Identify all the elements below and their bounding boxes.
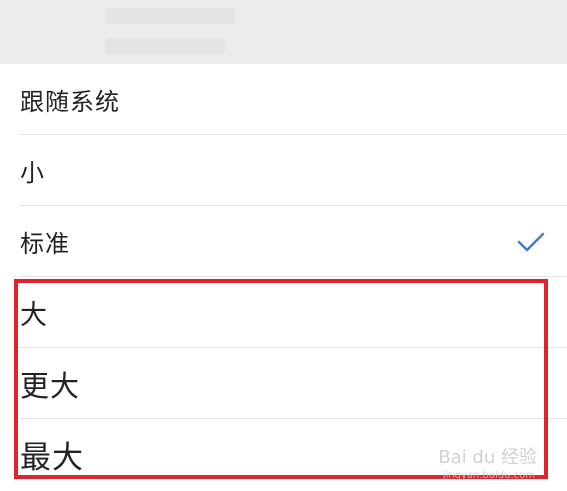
baidu-watermark-logo: Bai du 经验 (438, 447, 537, 468)
option-large[interactable]: 大 (0, 277, 567, 348)
option-small[interactable]: 小 (0, 135, 567, 206)
option-standard[interactable]: 标准 (0, 206, 567, 277)
option-label: 标准 (20, 230, 70, 258)
option-label: 大 (20, 300, 48, 331)
font-size-dialog: 跟随系统 小 标准 大 更大 最大 Bai du 经验 jingyan.baid… (0, 0, 567, 491)
option-label: 跟随系统 (20, 88, 120, 116)
checkmark-icon (517, 232, 545, 251)
option-label: 小 (20, 159, 45, 187)
option-follow-system[interactable]: 跟随系统 (0, 64, 567, 135)
option-larger[interactable]: 更大 (0, 348, 567, 419)
option-label: 最大 (20, 440, 84, 476)
option-label: 更大 (20, 368, 81, 403)
dimmed-background (0, 0, 567, 64)
font-size-option-list: 跟随系统 小 标准 大 更大 最大 (0, 64, 567, 490)
baidu-watermark-url: jingyan.baidu.com (442, 470, 535, 481)
